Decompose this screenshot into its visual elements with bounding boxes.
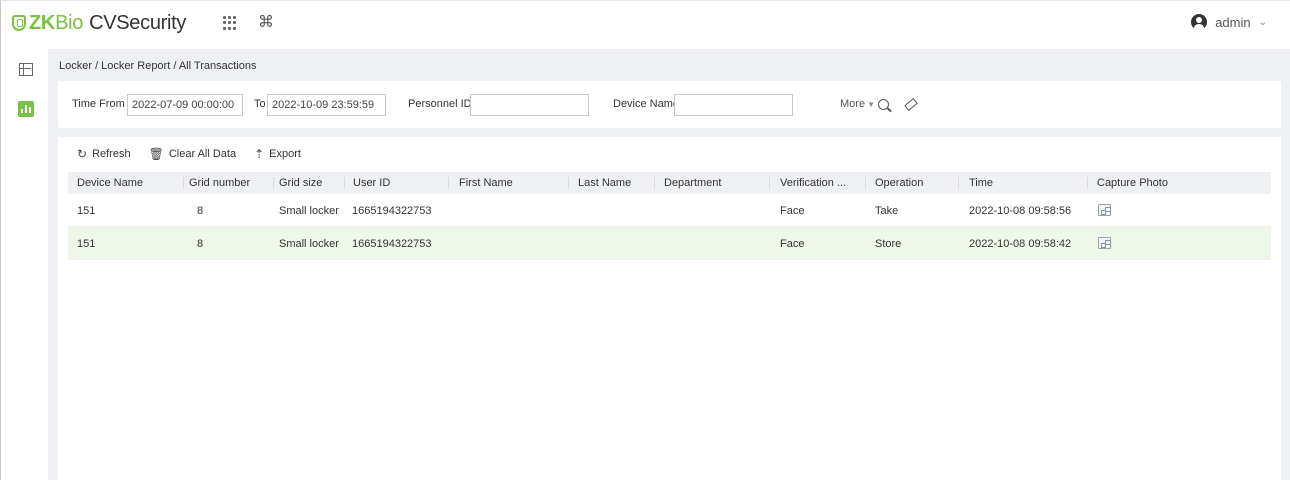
personnel-id-input[interactable]: [470, 94, 589, 116]
header-verification[interactable]: Verification ...: [780, 177, 846, 189]
cell-grid-number: 8: [197, 205, 204, 217]
more-label: More: [840, 98, 866, 110]
user-avatar-icon: [1191, 14, 1208, 30]
cell-operation: Store: [875, 238, 902, 250]
cell-verification: Face: [780, 205, 805, 217]
top-bar: ZKBio CVSecurity ⌘ admin ⌄: [1, 1, 1290, 49]
header-department[interactable]: Department: [664, 177, 721, 189]
cell-grid-size: Small locker: [279, 238, 339, 250]
content-panel: ↻ Refresh 🗑 Clear All Data ⇡ Export Device …: [58, 137, 1281, 480]
column-divider[interactable]: [448, 177, 449, 189]
column-divider[interactable]: [958, 177, 959, 189]
clear-all-data-label: Clear All Data: [168, 148, 237, 160]
eraser-icon: [904, 97, 918, 111]
column-divider[interactable]: [568, 177, 569, 189]
sidebar-report-icon[interactable]: [18, 101, 34, 117]
filter-bar: Time From To Personnel ID Device Name Mo…: [58, 81, 1281, 128]
trash-icon: 🗑: [148, 147, 164, 161]
header-grid-size[interactable]: Grid size: [279, 177, 322, 189]
cell-grid-size: Small locker: [279, 205, 339, 217]
logo-text-product: CVSecurity: [89, 11, 187, 34]
image-icon: [1098, 237, 1111, 249]
header-time[interactable]: Time: [969, 177, 993, 189]
breadcrumb: Locker / Locker Report / All Transaction…: [59, 60, 257, 72]
app-window: ZKBio CVSecurity ⌘ admin ⌄ Locker / Locke…: [0, 0, 1290, 480]
sidebar-grid-icon[interactable]: [19, 63, 33, 76]
header-capture-photo[interactable]: Capture Photo: [1097, 177, 1168, 189]
cell-user-id: 1665194322753: [352, 205, 432, 217]
refresh-button[interactable]: ↻ Refresh: [77, 147, 131, 161]
refresh-icon: ↻: [77, 147, 88, 161]
export-label: Export: [269, 148, 301, 160]
column-divider[interactable]: [344, 177, 345, 189]
cell-grid-number: 8: [197, 238, 204, 250]
header-user-id[interactable]: User ID: [353, 177, 390, 189]
header-device-name[interactable]: Device Name: [77, 177, 143, 189]
logo[interactable]: ZKBio CVSecurity: [12, 10, 186, 36]
sidebar: [1, 49, 48, 480]
image-icon: [1098, 204, 1111, 216]
table-header: Device Name Grid number Grid size User I…: [68, 172, 1271, 194]
chevron-down-icon: ⌄: [1258, 16, 1267, 28]
header-operation[interactable]: Operation: [875, 177, 923, 189]
logo-text-bio: Bio: [55, 11, 84, 34]
time-to-label: To: [254, 98, 266, 110]
user-name: admin: [1215, 14, 1251, 30]
table-row[interactable]: 151 8 Small locker 1665194322753 Face St…: [68, 227, 1271, 260]
search-button[interactable]: [872, 93, 894, 115]
time-from-input[interactable]: [127, 94, 243, 116]
logo-text-zk: ZK: [29, 11, 56, 34]
clear-filter-button[interactable]: [900, 93, 922, 115]
export-icon: ⇡: [254, 147, 265, 161]
toolbar: ↻ Refresh 🗑 Clear All Data ⇡ Export: [77, 147, 301, 161]
column-divider[interactable]: [273, 177, 274, 189]
capture-photo-link[interactable]: [1098, 237, 1111, 249]
header-first-name[interactable]: First Name: [459, 177, 513, 189]
cell-verification: Face: [780, 238, 805, 250]
column-divider[interactable]: [769, 177, 770, 189]
capture-photo-link[interactable]: [1098, 204, 1111, 216]
cell-time: 2022-10-08 09:58:42: [969, 238, 1072, 250]
transactions-table: Device Name Grid number Grid size User I…: [68, 172, 1271, 260]
cell-operation: Take: [875, 205, 899, 217]
device-name-label: Device Name: [613, 98, 680, 110]
table-row[interactable]: 151 8 Small locker 1665194322753 Face Ta…: [68, 194, 1271, 227]
user-menu[interactable]: admin ⌄: [1191, 14, 1267, 30]
time-from-label: Time From: [72, 98, 125, 110]
time-to-input[interactable]: [267, 94, 386, 116]
main-area: Locker / Locker Report / All Transaction…: [48, 49, 1290, 480]
header-grid-number[interactable]: Grid number: [189, 177, 250, 189]
cell-user-id: 1665194322753: [352, 238, 432, 250]
header-last-name[interactable]: Last Name: [578, 177, 631, 189]
more-filters-button[interactable]: More ▼: [840, 98, 875, 110]
refresh-label: Refresh: [92, 148, 131, 160]
search-icon: [877, 98, 889, 110]
column-divider[interactable]: [865, 177, 866, 189]
column-divider[interactable]: [1087, 177, 1088, 189]
command-icon[interactable]: ⌘: [258, 12, 274, 32]
clear-all-data-button[interactable]: 🗑 Clear All Data: [149, 147, 237, 161]
column-divider[interactable]: [183, 177, 184, 189]
export-button[interactable]: ⇡ Export: [254, 147, 301, 161]
device-name-input[interactable]: [674, 94, 793, 116]
personnel-id-label: Personnel ID: [408, 98, 472, 110]
cell-time: 2022-10-08 09:58:56: [969, 205, 1072, 217]
apps-grid-icon[interactable]: [223, 16, 237, 30]
column-divider[interactable]: [654, 177, 655, 189]
cell-device-name: 151: [77, 238, 96, 250]
cell-device-name: 151: [77, 205, 96, 217]
logo-badge-icon: [12, 15, 26, 31]
